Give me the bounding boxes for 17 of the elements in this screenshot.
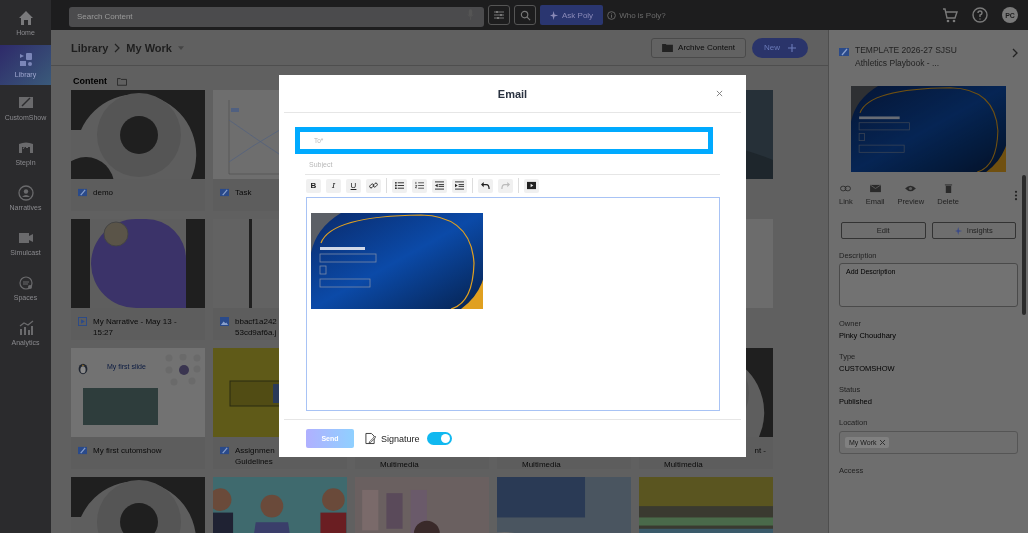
signature-label: Signature (381, 433, 420, 444)
card-title: Multimedia (380, 459, 420, 470)
card-title: Assignmen (235, 445, 275, 456)
card-title: 53cd9af6a.j (235, 327, 277, 338)
card-title: bbacf1a242 (235, 316, 277, 327)
item-title: TEMPLATE 2026-27 SJSU Athletics Playbook - ... (855, 44, 958, 70)
card-title: demo (93, 187, 113, 198)
card-title: My first cutomshow (93, 445, 162, 456)
card-title: nt - (754, 445, 766, 457)
section-heading: Content (73, 76, 107, 86)
card-title: Guidelines (235, 456, 274, 467)
card-title: 15:27 (93, 327, 115, 338)
card-title: Multimedia (664, 459, 704, 470)
dialog-title: Email (497, 87, 528, 100)
card-title: My Narrative - May 13 - (93, 316, 177, 327)
card-title: Multimedia (522, 459, 562, 470)
card-title: Task (235, 187, 252, 198)
